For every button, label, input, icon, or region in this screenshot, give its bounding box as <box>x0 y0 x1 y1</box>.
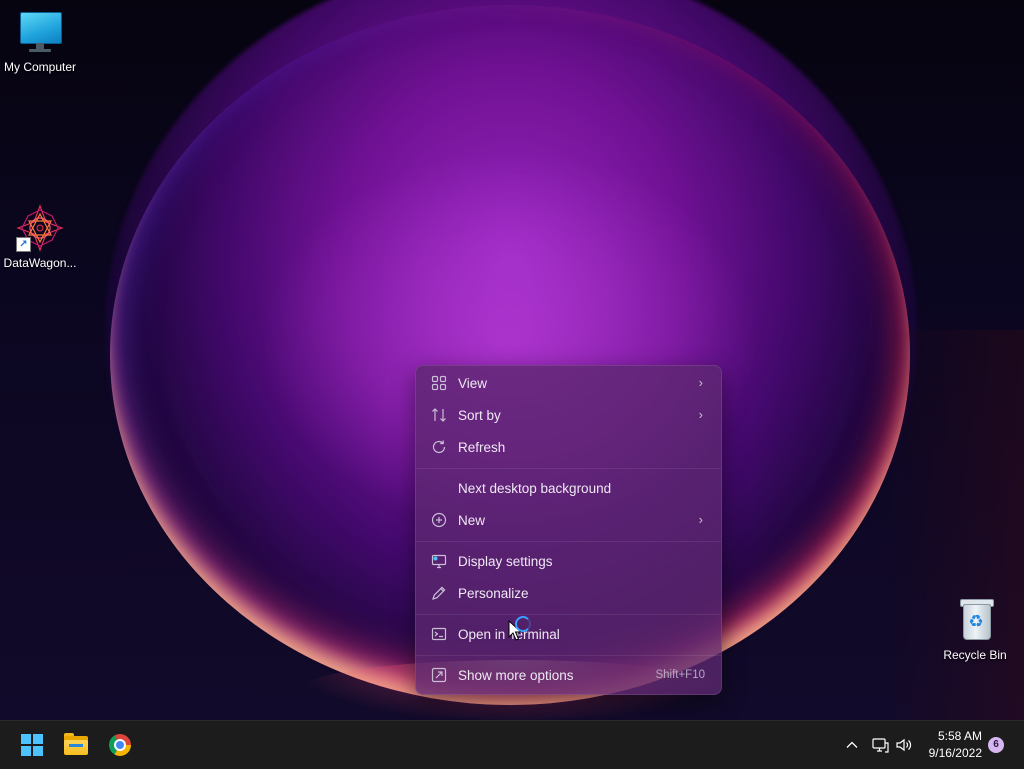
desktop-context-menu: View › Sort by › Refresh Next desktop ba… <box>415 365 722 695</box>
menu-separator <box>416 468 721 469</box>
network-icon[interactable] <box>869 734 891 756</box>
computer-monitor-icon <box>16 8 64 56</box>
menu-separator <box>416 614 721 615</box>
desktop-icon-label: DataWagon... <box>3 256 77 270</box>
desktop-icon-label: My Computer <box>3 60 77 74</box>
menu-item-label: New <box>458 513 486 528</box>
desktop-icon-recycle-bin[interactable]: ♻ Recycle Bin <box>935 596 1015 662</box>
notification-badge[interactable]: 6 <box>988 737 1004 753</box>
shortcut-arrow-icon: ↗ <box>16 237 31 252</box>
menu-item-display-settings[interactable]: Display settings <box>420 547 717 577</box>
desktop[interactable]: My Computer ↗ DataWagon... ♻ Recycle Bin… <box>0 0 1024 720</box>
keyboard-shortcut: Shift+F10 <box>655 669 705 681</box>
menu-item-label: View <box>458 376 488 391</box>
menu-item-show-more-options[interactable]: Show more options Shift+F10 <box>420 661 717 691</box>
chrome-icon <box>109 734 131 756</box>
terminal-icon <box>430 626 448 644</box>
recycle-bin-icon: ♻ <box>951 596 999 644</box>
menu-item-label: Display settings <box>458 554 553 569</box>
menu-separator <box>416 541 721 542</box>
chevron-right-icon: › <box>698 407 703 422</box>
volume-icon[interactable] <box>893 734 915 756</box>
menu-item-personalize[interactable]: Personalize <box>420 579 717 609</box>
menu-item-view[interactable]: View › <box>420 369 717 399</box>
clock-date: 9/16/2022 <box>928 746 982 760</box>
menu-separator <box>416 655 721 656</box>
start-button[interactable] <box>12 725 52 765</box>
menu-item-open-in-terminal[interactable]: Open in Terminal <box>420 620 717 650</box>
sort-icon <box>430 407 448 425</box>
menu-item-label: Sort by <box>458 408 501 423</box>
menu-item-new[interactable]: New › <box>420 506 717 536</box>
desktop-icon-label: Recycle Bin <box>943 648 1007 662</box>
display-settings-icon <box>430 553 448 571</box>
new-plus-icon <box>430 512 448 530</box>
desktop-icon-my-computer[interactable]: My Computer <box>0 8 80 74</box>
more-options-icon <box>430 667 448 685</box>
busy-spinner-icon <box>515 616 531 632</box>
chevron-right-icon: › <box>698 512 703 527</box>
menu-item-label: Personalize <box>458 586 529 601</box>
menu-item-label: Refresh <box>458 440 506 455</box>
taskbar: 5:58 AM 9/16/2022 6 <box>0 720 1024 769</box>
datawagon-app-icon: ↗ <box>16 204 64 252</box>
refresh-icon <box>430 439 448 457</box>
menu-item-sort-by[interactable]: Sort by › <box>420 401 717 431</box>
chevron-right-icon: › <box>698 375 703 390</box>
menu-item-label: Show more options <box>458 668 574 683</box>
clock-time: 5:58 AM <box>937 729 982 743</box>
show-hidden-icons-button[interactable] <box>841 734 863 756</box>
grid-view-icon <box>430 375 448 393</box>
menu-item-next-desktop-background[interactable]: Next desktop background <box>420 474 717 504</box>
menu-item-refresh[interactable]: Refresh <box>420 433 717 463</box>
file-explorer-button[interactable] <box>56 725 96 765</box>
desktop-icon-datawagon[interactable]: ↗ DataWagon... <box>0 204 80 270</box>
windows-start-icon <box>21 734 43 756</box>
pen-icon <box>430 585 448 603</box>
menu-item-label: Next desktop background <box>458 481 612 496</box>
chrome-button[interactable] <box>100 725 140 765</box>
